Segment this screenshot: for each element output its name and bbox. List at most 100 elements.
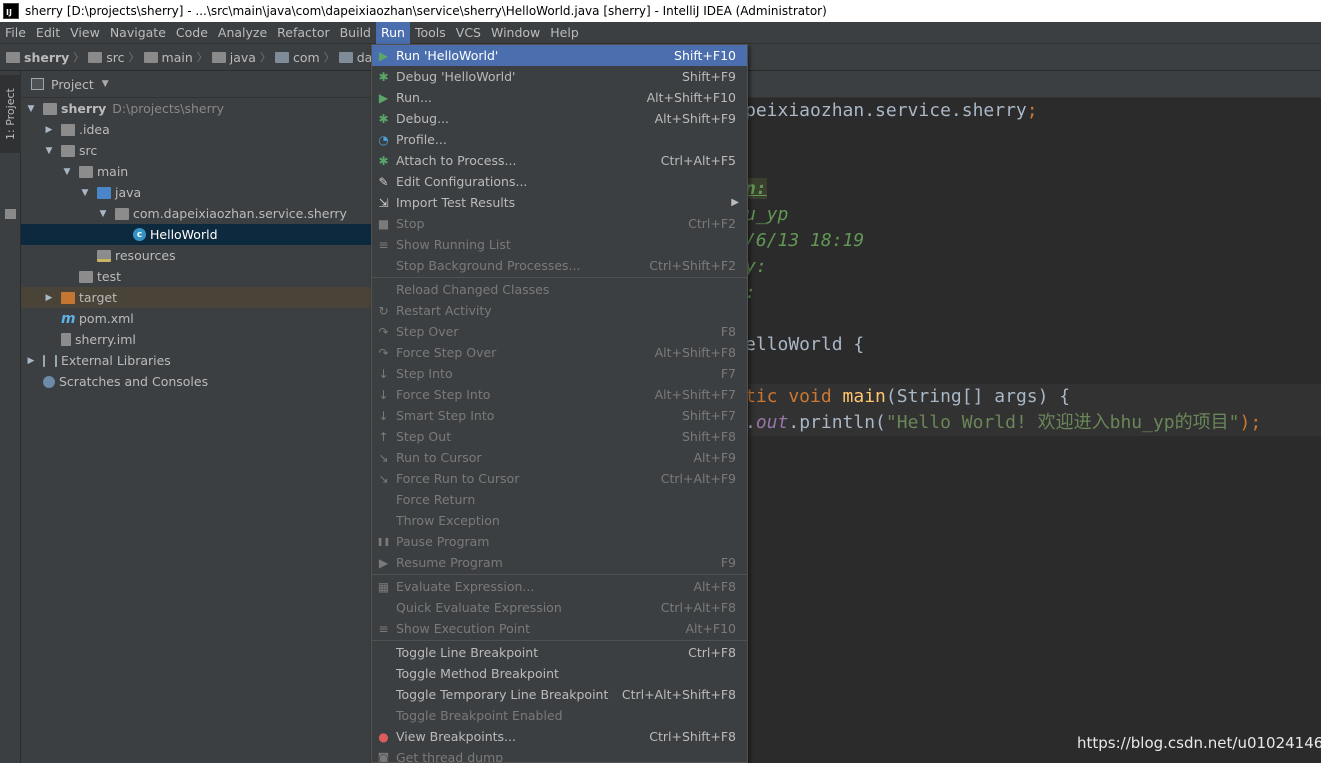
breadcrumb-separator-icon: 〉	[128, 51, 140, 64]
project-tool-tab[interactable]: 1: Project	[0, 75, 21, 153]
chevron-down-icon[interactable]: ▼	[97, 209, 109, 219]
menu-item-import-test-results[interactable]: ⇲ Import Test Results ▶	[372, 192, 747, 213]
code-doc: y:	[745, 256, 767, 277]
menu-window[interactable]: Window	[486, 22, 545, 44]
breadcrumb-item-main[interactable]: main 〉	[143, 49, 208, 65]
breadcrumb-item-java[interactable]: java 〉	[211, 49, 271, 65]
menu-item-label: Throw Exception	[396, 513, 500, 528]
code-punct: ;	[1026, 100, 1038, 121]
menu-edit[interactable]: Edit	[31, 22, 65, 44]
tree-item[interactable]: ▼ sherry D:\projects\sherry	[21, 98, 373, 119]
code-line: elloWorld {	[745, 332, 864, 358]
menu-item-throw-exception: Throw Exception	[372, 510, 747, 531]
menu-view[interactable]: View	[65, 22, 105, 44]
menu-item-shortcut: Ctrl+F8	[688, 645, 736, 660]
menu-item-debug[interactable]: ✱ Debug... Alt+Shift+F9	[372, 108, 747, 129]
run-to-cursor-icon: ↘	[378, 450, 389, 465]
menu-item-shortcut: F9	[720, 555, 736, 570]
chevron-down-icon[interactable]: ▼	[43, 146, 55, 156]
tree-item[interactable]: ▶ External Libraries	[21, 350, 373, 371]
menu-analyze[interactable]: Analyze	[213, 22, 272, 44]
menu-file[interactable]: File	[0, 22, 31, 44]
menu-item-label: Toggle Temporary Line Breakpoint	[396, 687, 609, 702]
menu-navigate[interactable]: Navigate	[105, 22, 171, 44]
menu-vcs[interactable]: VCS	[451, 22, 486, 44]
menu-item-label: Import Test Results	[396, 195, 516, 210]
menu-item-toggle-method-breakpoint[interactable]: Toggle Method Breakpoint	[372, 663, 747, 684]
breadcrumb-label: com	[292, 49, 320, 65]
menu-build[interactable]: Build	[335, 22, 376, 44]
menu-item-shortcut: Ctrl+Shift+F2	[649, 258, 736, 273]
menu-item-resume-program: ▶ Resume Program F9	[372, 552, 747, 573]
tree-item-label: target	[79, 290, 118, 305]
menu-item-label: Force Step Over	[396, 345, 497, 360]
tree-item[interactable]: m pom.xml	[21, 308, 373, 329]
chevron-right-icon[interactable]: ▶	[43, 293, 55, 303]
menu-item-shortcut: Alt+Shift+F8	[654, 345, 736, 360]
menu-item-edit-configurations[interactable]: ✎ Edit Configurations...	[372, 171, 747, 192]
menu-item-label: Edit Configurations...	[396, 174, 528, 189]
code-line: u_yp	[745, 202, 788, 228]
menu-refactor[interactable]: Refactor	[272, 22, 334, 44]
chevron-down-icon[interactable]: ▼	[79, 188, 91, 198]
menu-item-label: Debug 'HelloWorld'	[396, 69, 516, 84]
breadcrumb-item-sherry[interactable]: sherry 〉	[6, 49, 84, 65]
title-bar: IJ sherry [D:\projects\sherry] - ...\src…	[0, 0, 1321, 22]
menu-item-shortcut: Ctrl+Alt+Shift+F8	[621, 687, 736, 702]
chevron-right-icon[interactable]: ▶	[25, 356, 37, 366]
force-step-over-icon: ↷	[378, 345, 389, 360]
breadcrumb-item-com[interactable]: com 〉	[274, 49, 335, 65]
tree-item[interactable]: resources	[21, 245, 373, 266]
menu-item-toggle-line-breakpoint[interactable]: Toggle Line Breakpoint Ctrl+F8	[372, 642, 747, 663]
breadcrumb-item-src[interactable]: src 〉	[88, 49, 140, 65]
code-string: "Hello World! 欢迎进入bhu_yp的项目"	[885, 412, 1240, 433]
chevron-down-icon[interactable]: ▼	[61, 167, 73, 177]
menu-item-attach-to-process[interactable]: ✱ Attach to Process... Ctrl+Alt+F5	[372, 150, 747, 171]
menu-item-step-out: ↑ Step Out Shift+F8	[372, 426, 747, 447]
menu-item-toggle-temporary-line-breakpoint[interactable]: Toggle Temporary Line Breakpoint Ctrl+Alt…	[372, 684, 747, 705]
library-icon	[43, 354, 57, 367]
smart-step-into-icon: ↓	[378, 408, 389, 423]
menu-item-label: Quick Evaluate Expression	[396, 600, 562, 615]
structure-tool-icon[interactable]	[5, 209, 16, 219]
menu-item-label: View Breakpoints...	[396, 729, 516, 744]
tree-item[interactable]: test	[21, 266, 373, 287]
tree-item[interactable]: Scratches and Consoles	[21, 371, 373, 392]
chevron-down-icon[interactable]: ▼	[25, 104, 37, 114]
menu-run[interactable]: Run	[376, 21, 410, 44]
tree-item[interactable]: ▶ target	[21, 287, 373, 308]
menu-code[interactable]: Code	[171, 22, 213, 44]
tree-item[interactable]: sherry.iml	[21, 329, 373, 350]
menu-help[interactable]: Help	[545, 22, 584, 44]
menu-tools[interactable]: Tools	[410, 22, 451, 44]
code-line: peixiaozhan.service.sherry;	[745, 98, 1038, 124]
tree-item-label: External Libraries	[61, 353, 171, 368]
restart-icon: ↻	[378, 303, 389, 318]
chevron-down-icon[interactable]: ▼	[102, 79, 109, 89]
tree-item-label: src	[79, 143, 98, 158]
chevron-right-icon[interactable]: ▶	[43, 125, 55, 135]
menu-item-label: Evaluate Expression...	[396, 579, 535, 594]
menu-item-shortcut: Alt+F10	[685, 621, 737, 636]
menu-item-run-helloworld[interactable]: ▶ Run 'HelloWorld' Shift+F10	[372, 45, 747, 66]
menu-item-shortcut: F7	[720, 366, 736, 381]
menu-item-smart-step-into: ↓ Smart Step Into Shift+F7	[372, 405, 747, 426]
menu-item-view-breakpoints[interactable]: ● View Breakpoints... Ctrl+Shift+F8	[372, 726, 747, 747]
menu-item-label: Restart Activity	[396, 303, 492, 318]
tree-item[interactable]: ▼ java	[21, 182, 373, 203]
folder-icon	[338, 51, 353, 63]
menu-item-label: Run...	[396, 90, 432, 105]
breadcrumb-label: src	[106, 49, 125, 65]
menu-separator	[372, 574, 747, 575]
menu-item-profile[interactable]: ◔ Profile...	[372, 129, 747, 150]
menu-item-run[interactable]: ▶ Run... Alt+Shift+F10	[372, 87, 747, 108]
folder-icon	[211, 51, 226, 63]
project-panel-header[interactable]: Project ▼	[21, 71, 373, 98]
tree-item[interactable]: ▼ com.dapeixiaozhan.service.sherry	[21, 203, 373, 224]
tree-item[interactable]: ▶ .idea	[21, 119, 373, 140]
tree-item[interactable]: ▼ src	[21, 140, 373, 161]
menu-item-debug-helloworld[interactable]: ✱ Debug 'HelloWorld' Shift+F9	[372, 66, 747, 87]
tree-item-label: resources	[115, 248, 176, 263]
tree-item[interactable]: ▼ main	[21, 161, 373, 182]
tree-item[interactable]: c HelloWorld	[21, 224, 373, 245]
